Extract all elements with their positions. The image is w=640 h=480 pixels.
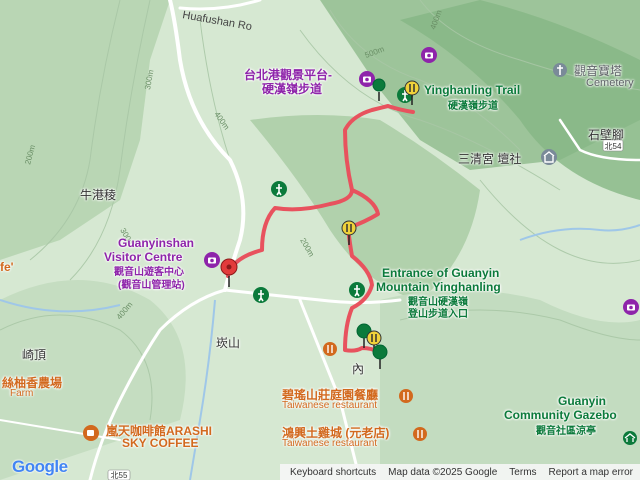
poi-label[interactable]: 三清宮 壇社 (458, 150, 521, 167)
poi-label[interactable]: Visitor Centre (104, 250, 182, 264)
cafe-icon[interactable] (82, 424, 100, 447)
trail-marker-yellow[interactable] (341, 220, 357, 251)
hiking-icon[interactable] (348, 281, 366, 304)
trail-marker-yellow[interactable] (404, 80, 420, 111)
poi-label[interactable]: 登山步道入口 (408, 305, 468, 320)
poi-label[interactable]: Yinghanling Trail (424, 83, 520, 97)
place-label-nei: 內 (352, 362, 365, 376)
place-label-qiding: 崎頂 (22, 348, 47, 362)
poi-label[interactable]: 硬漢嶺步道 (448, 97, 498, 112)
google-logo: Google (12, 457, 68, 477)
cemetery-icon[interactable] (552, 62, 568, 83)
keyboard-shortcuts-link[interactable]: Keyboard shortcuts (290, 467, 376, 478)
poi-label[interactable]: Taiwanese restaurant (282, 438, 377, 449)
camera-icon[interactable] (622, 298, 640, 321)
poi-label[interactable]: 觀音社區涼亭 (536, 422, 596, 437)
road-badge-55: 北55 (111, 471, 128, 480)
camera-icon[interactable] (203, 251, 221, 274)
trail-marker-red[interactable] (220, 258, 238, 293)
poi-label[interactable]: Taiwanese restaurant (282, 400, 377, 411)
trail-marker-green[interactable] (372, 344, 388, 375)
map-footer: Keyboard shortcuts Map data ©2025 Google… (280, 464, 640, 480)
poi-label[interactable]: Mountain Yinghanling (376, 280, 501, 294)
place-label-edge: fe' (0, 260, 14, 274)
report-error-link[interactable]: Report a map error (549, 467, 633, 478)
poi-label[interactable]: (觀音山管理站) (118, 276, 185, 291)
gazebo-icon[interactable] (622, 430, 638, 451)
restaurant-icon[interactable] (322, 341, 338, 362)
temple-icon[interactable] (540, 148, 558, 171)
camera-icon[interactable] (420, 46, 438, 69)
place-label-niugangleng: 牛港稜 (80, 188, 117, 202)
hiking-icon[interactable] (252, 286, 270, 309)
trail-marker-red[interactable] (372, 78, 386, 107)
place-label-shibijiao: 石壁腳 (588, 128, 625, 142)
poi-label[interactable]: Community Gazebo (504, 408, 617, 422)
map-data-attribution: Map data ©2025 Google (388, 466, 498, 478)
poi-label[interactable]: SKY COFFEE (122, 436, 198, 450)
poi-label[interactable]: Guanyinshan (118, 236, 194, 250)
road-badge-54: 北54 (605, 142, 622, 151)
poi-label[interactable]: Guanyin (558, 394, 606, 408)
google-logo-text: Google (12, 457, 68, 476)
poi-label[interactable]: Entrance of Guanyin (382, 266, 499, 280)
poi-label[interactable]: Cemetery (586, 77, 634, 89)
poi-label[interactable]: Farm (10, 388, 33, 399)
terms-link[interactable]: Terms (509, 467, 536, 478)
place-label-kanshan: 崁山 (216, 336, 241, 350)
poi-label[interactable]: 硬漢嶺步道 (262, 80, 322, 97)
restaurant-icon[interactable] (398, 388, 414, 409)
restaurant-icon[interactable] (412, 426, 428, 447)
hiking-icon[interactable] (270, 180, 288, 203)
